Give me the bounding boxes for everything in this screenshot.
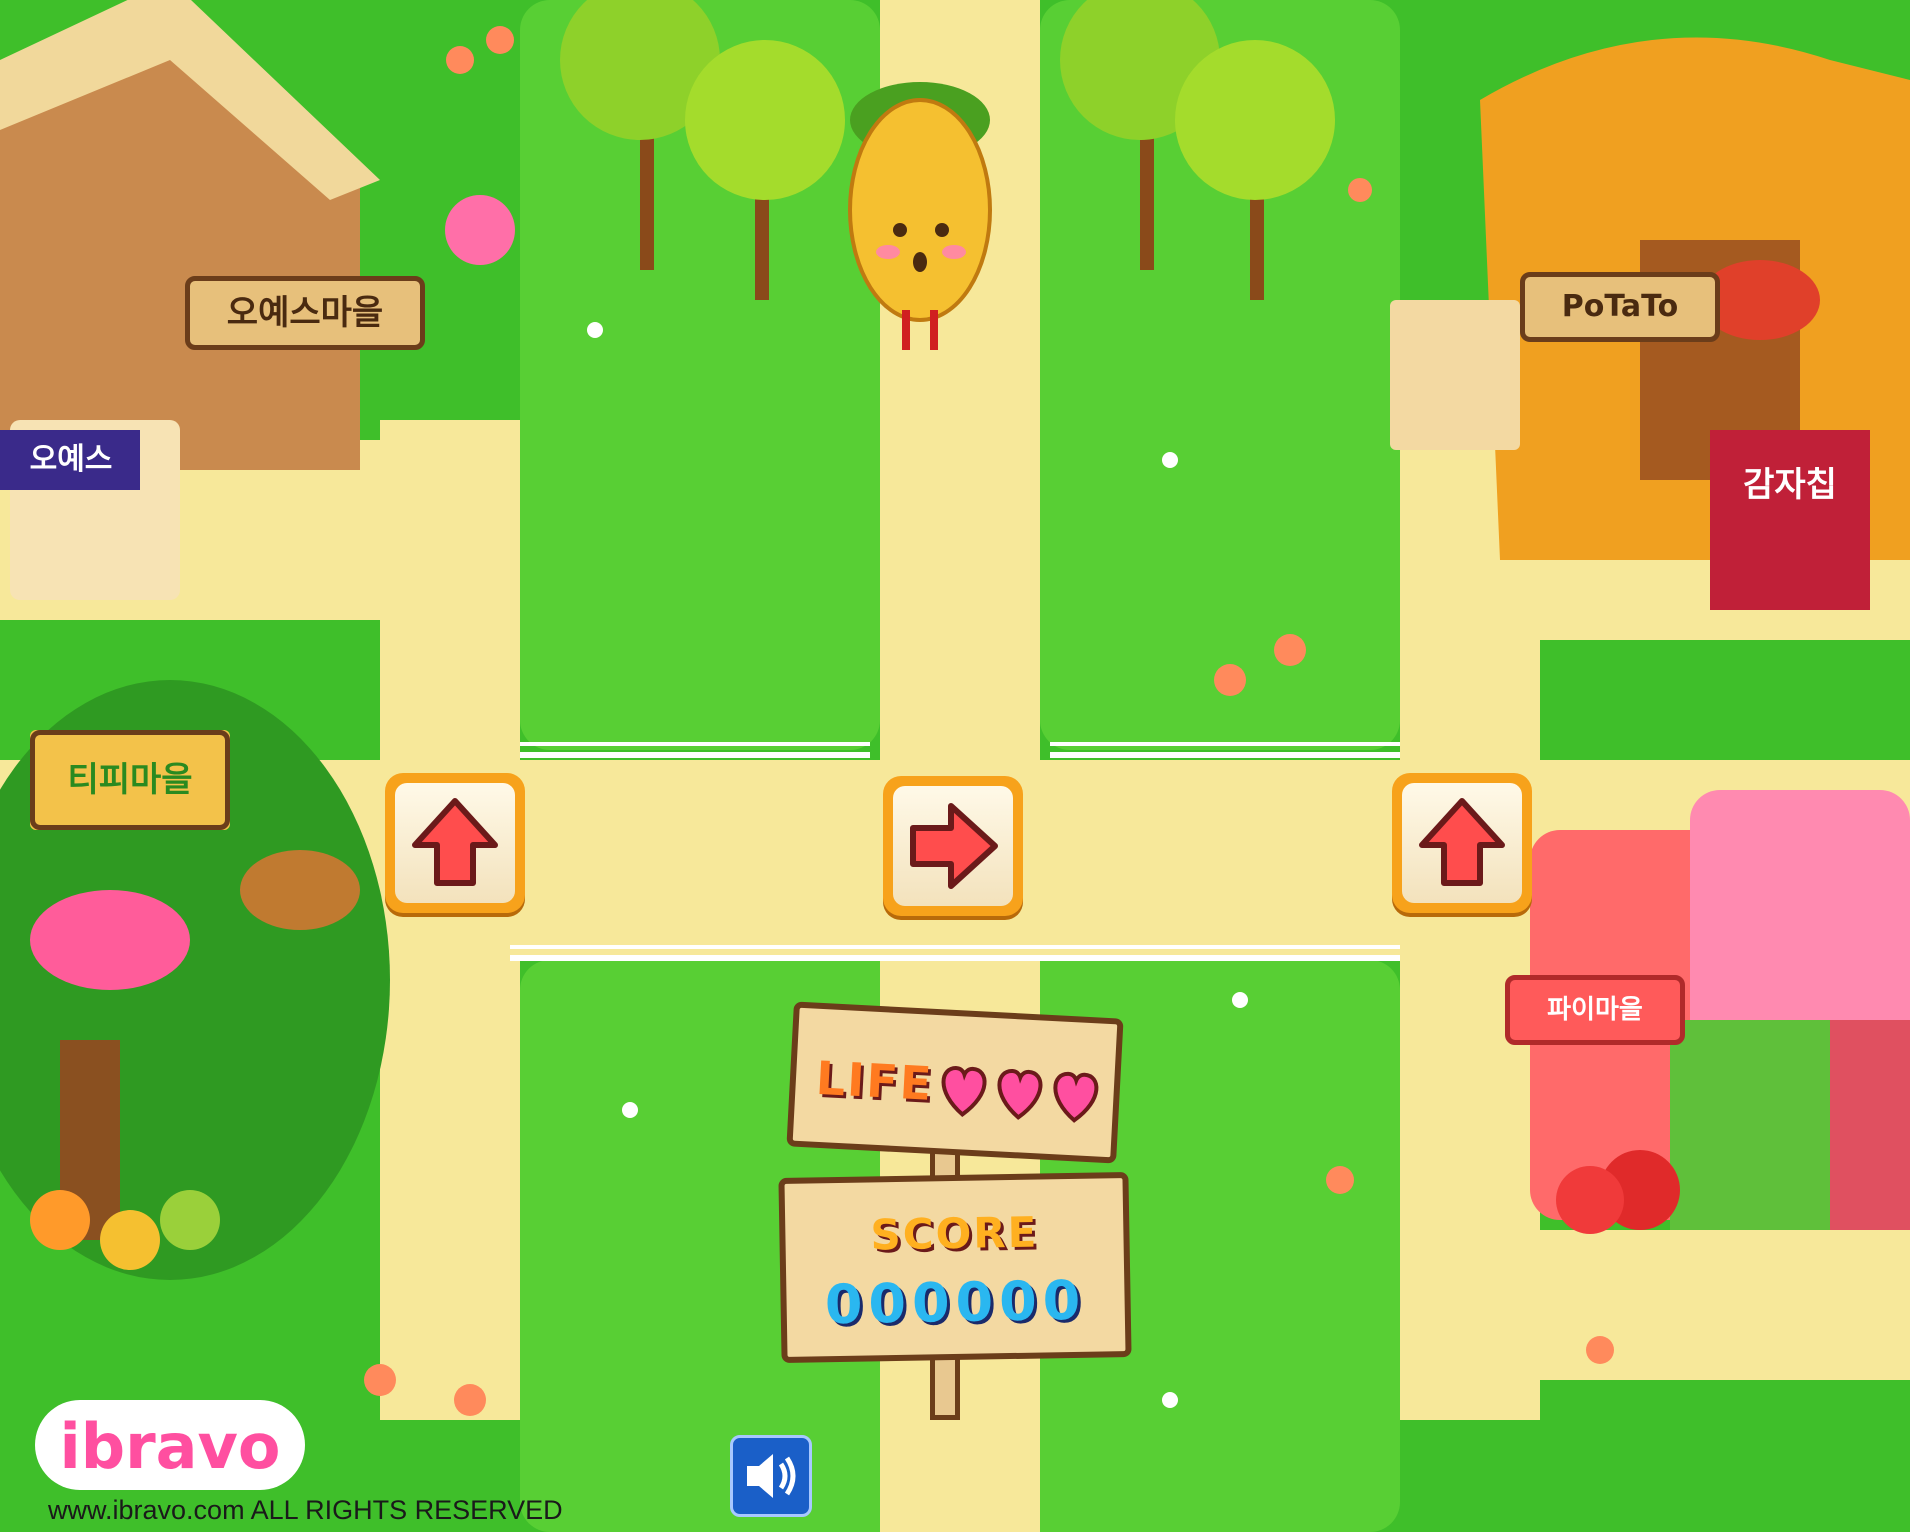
village-sign-pie: 파이마을 (1505, 975, 1685, 1045)
brand-name: ibravo (59, 1410, 281, 1483)
potato-bag-label: 감자칩 (1743, 465, 1837, 505)
village-sign-oyes: 오예스마을 (185, 276, 425, 350)
arrow-up-icon (412, 798, 498, 886)
arrow-up-button-right[interactable] (1392, 773, 1532, 913)
game-stage: 오예스마을 오예스 티피마을 PoTaTo 감자칩 파이마을 LIFE SCOR… (0, 0, 1910, 1532)
village-sign-potato: PoTaTo (1520, 272, 1720, 342)
life-label: LIFE (814, 1050, 935, 1111)
score-value: 000000 (824, 1268, 1087, 1337)
village-sign-tipi: 티피마을 (30, 730, 230, 830)
heart-icon (997, 1069, 1043, 1120)
score-panel: SCORE 000000 (778, 1171, 1132, 1364)
life-panel: LIFE (786, 1001, 1124, 1164)
potato-character (848, 82, 992, 350)
arrow-up-button-left[interactable] (385, 773, 525, 913)
copyright-text: www.ibravo.com ALL RIGHTS RESERVED (48, 1495, 563, 1525)
sound-toggle-button[interactable] (730, 1435, 812, 1517)
heart-icon (941, 1066, 987, 1117)
score-label: SCORE (870, 1207, 1039, 1260)
speaker-icon (747, 1454, 796, 1498)
oyes-box-label: 오예스 (29, 442, 113, 477)
life-hearts (941, 1066, 1099, 1123)
brand-logo: ibravo (35, 1400, 305, 1490)
arrow-right-icon (910, 803, 998, 889)
arrow-right-button-center[interactable] (883, 776, 1023, 916)
heart-icon (1053, 1071, 1099, 1123)
arrow-up-icon (1419, 798, 1505, 886)
